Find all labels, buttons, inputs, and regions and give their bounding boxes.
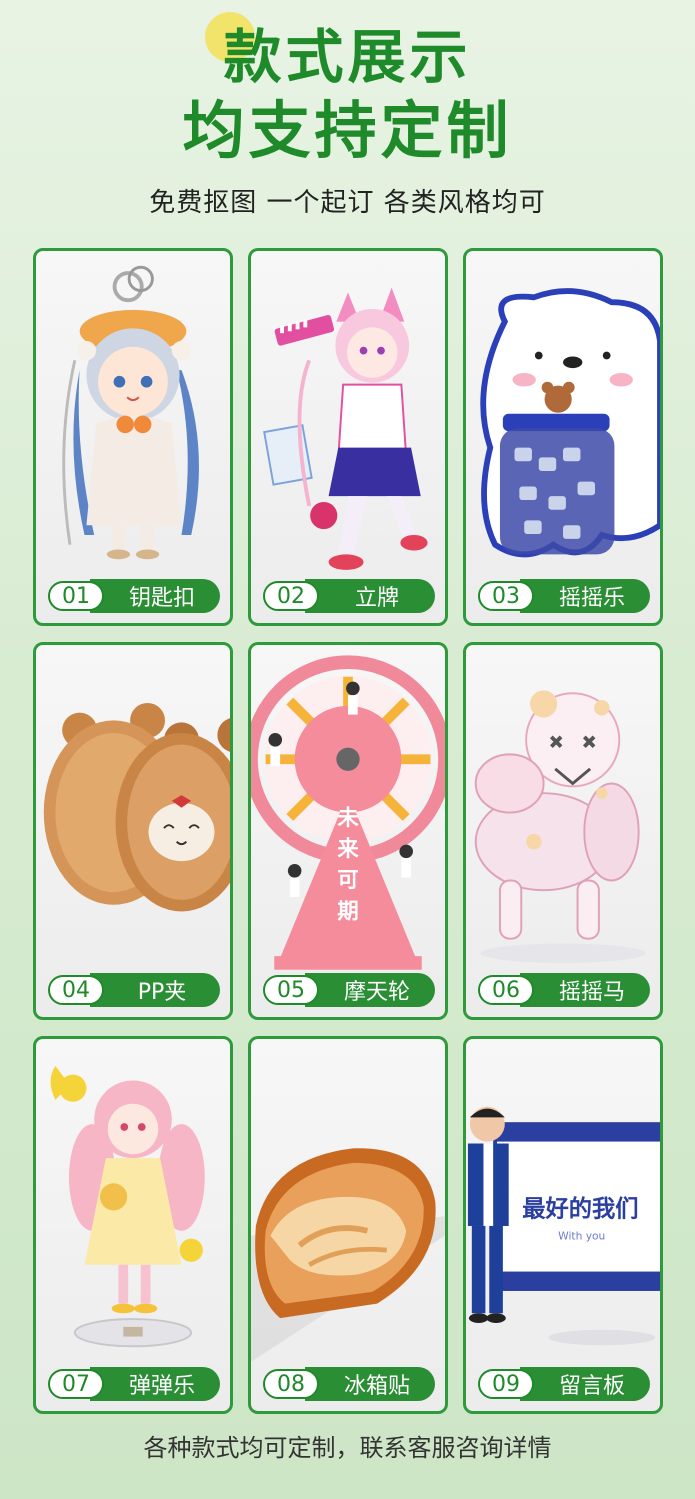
product-card-pp-clip[interactable]: 04 PP夹 (33, 642, 233, 1020)
product-number-badge: 02 (263, 581, 319, 611)
product-card-fridge-magnet[interactable]: 08 冰箱贴 (248, 1036, 448, 1414)
product-number-badge: 08 (263, 1369, 319, 1399)
product-label: 08 冰箱贴 (263, 1367, 435, 1401)
product-number-badge: 05 (263, 975, 319, 1005)
product-label: 05 摩天轮 (263, 973, 435, 1007)
product-label: 07 弹弹乐 (48, 1367, 220, 1401)
product-label: 01 钥匙扣 (48, 579, 220, 613)
page-subtitle: 免费抠图 一个起订 各类风格均可 (149, 188, 546, 218)
shaker-dog-jar-image (480, 288, 660, 558)
product-grid: 01 钥匙扣 02 立牌 03 摇摇乐 04 PP夹 未 来 可 期 05 摩天… (33, 248, 663, 1414)
product-name-pill: 立牌 (305, 579, 435, 613)
spring-stand-anime-girl-image (50, 1065, 205, 1348)
product-card-rocking-horse[interactable]: 06 摇摇马 (463, 642, 663, 1020)
board-subtext: With you (558, 1230, 605, 1243)
board-text: 最好的我们 (522, 1195, 638, 1222)
product-number-badge: 06 (478, 975, 534, 1005)
product-name-pill: 留言板 (520, 1367, 650, 1401)
ferris-sign-char-3: 可 (337, 868, 358, 893)
product-card-shaker[interactable]: 03 摇摇乐 (463, 248, 663, 626)
product-number-badge: 09 (478, 1369, 534, 1399)
product-name-pill: 冰箱贴 (305, 1367, 435, 1401)
product-name-pill: 摇摇马 (520, 973, 650, 1007)
ferris-wheel-image: 未 来 可 期 (251, 655, 445, 970)
page-title-line2: 均支持定制 (182, 94, 513, 167)
product-label: 09 留言板 (478, 1367, 650, 1401)
message-board-boy-image: 最好的我们 With you (467, 1106, 660, 1346)
keychain-anime-girl-image (62, 265, 199, 560)
product-card-keychain[interactable]: 01 钥匙扣 (33, 248, 233, 626)
product-number-badge: 01 (48, 581, 104, 611)
product-card-ferris-wheel[interactable]: 未 来 可 期 05 摩天轮 (248, 642, 448, 1020)
product-label: 04 PP夹 (48, 973, 220, 1007)
rocking-horse-bear-image (474, 690, 646, 963)
product-number-badge: 04 (48, 975, 104, 1005)
product-label: 03 摇摇乐 (478, 579, 650, 613)
product-label: 06 摇摇马 (478, 973, 650, 1007)
pp-clip-bear-image (43, 702, 230, 912)
product-card-standee[interactable]: 02 立牌 (248, 248, 448, 626)
product-name-pill: PP夹 (90, 973, 220, 1007)
page-title-line1: 款式展示 (223, 23, 472, 91)
ferris-sign-char-4: 期 (337, 899, 358, 924)
footer-note: 各种款式均可定制，联系客服咨询详情 (143, 1434, 552, 1462)
product-number-badge: 07 (48, 1369, 104, 1399)
product-number-badge: 03 (478, 581, 534, 611)
product-card-spring-stand[interactable]: 07 弹弹乐 (33, 1036, 233, 1414)
product-name-pill: 摩天轮 (305, 973, 435, 1007)
ferris-sign-char-1: 未 (337, 806, 359, 831)
product-name-pill: 弹弹乐 (90, 1367, 220, 1401)
standee-anime-girl-image (263, 287, 428, 570)
product-name-pill: 摇摇乐 (520, 579, 650, 613)
product-label: 02 立牌 (263, 579, 435, 613)
product-name-pill: 钥匙扣 (90, 579, 220, 613)
product-card-message-board[interactable]: 最好的我们 With you 09 留言板 (463, 1036, 663, 1414)
ferris-sign-char-2: 来 (337, 837, 359, 862)
fridge-magnet-bread-image (251, 1148, 445, 1362)
